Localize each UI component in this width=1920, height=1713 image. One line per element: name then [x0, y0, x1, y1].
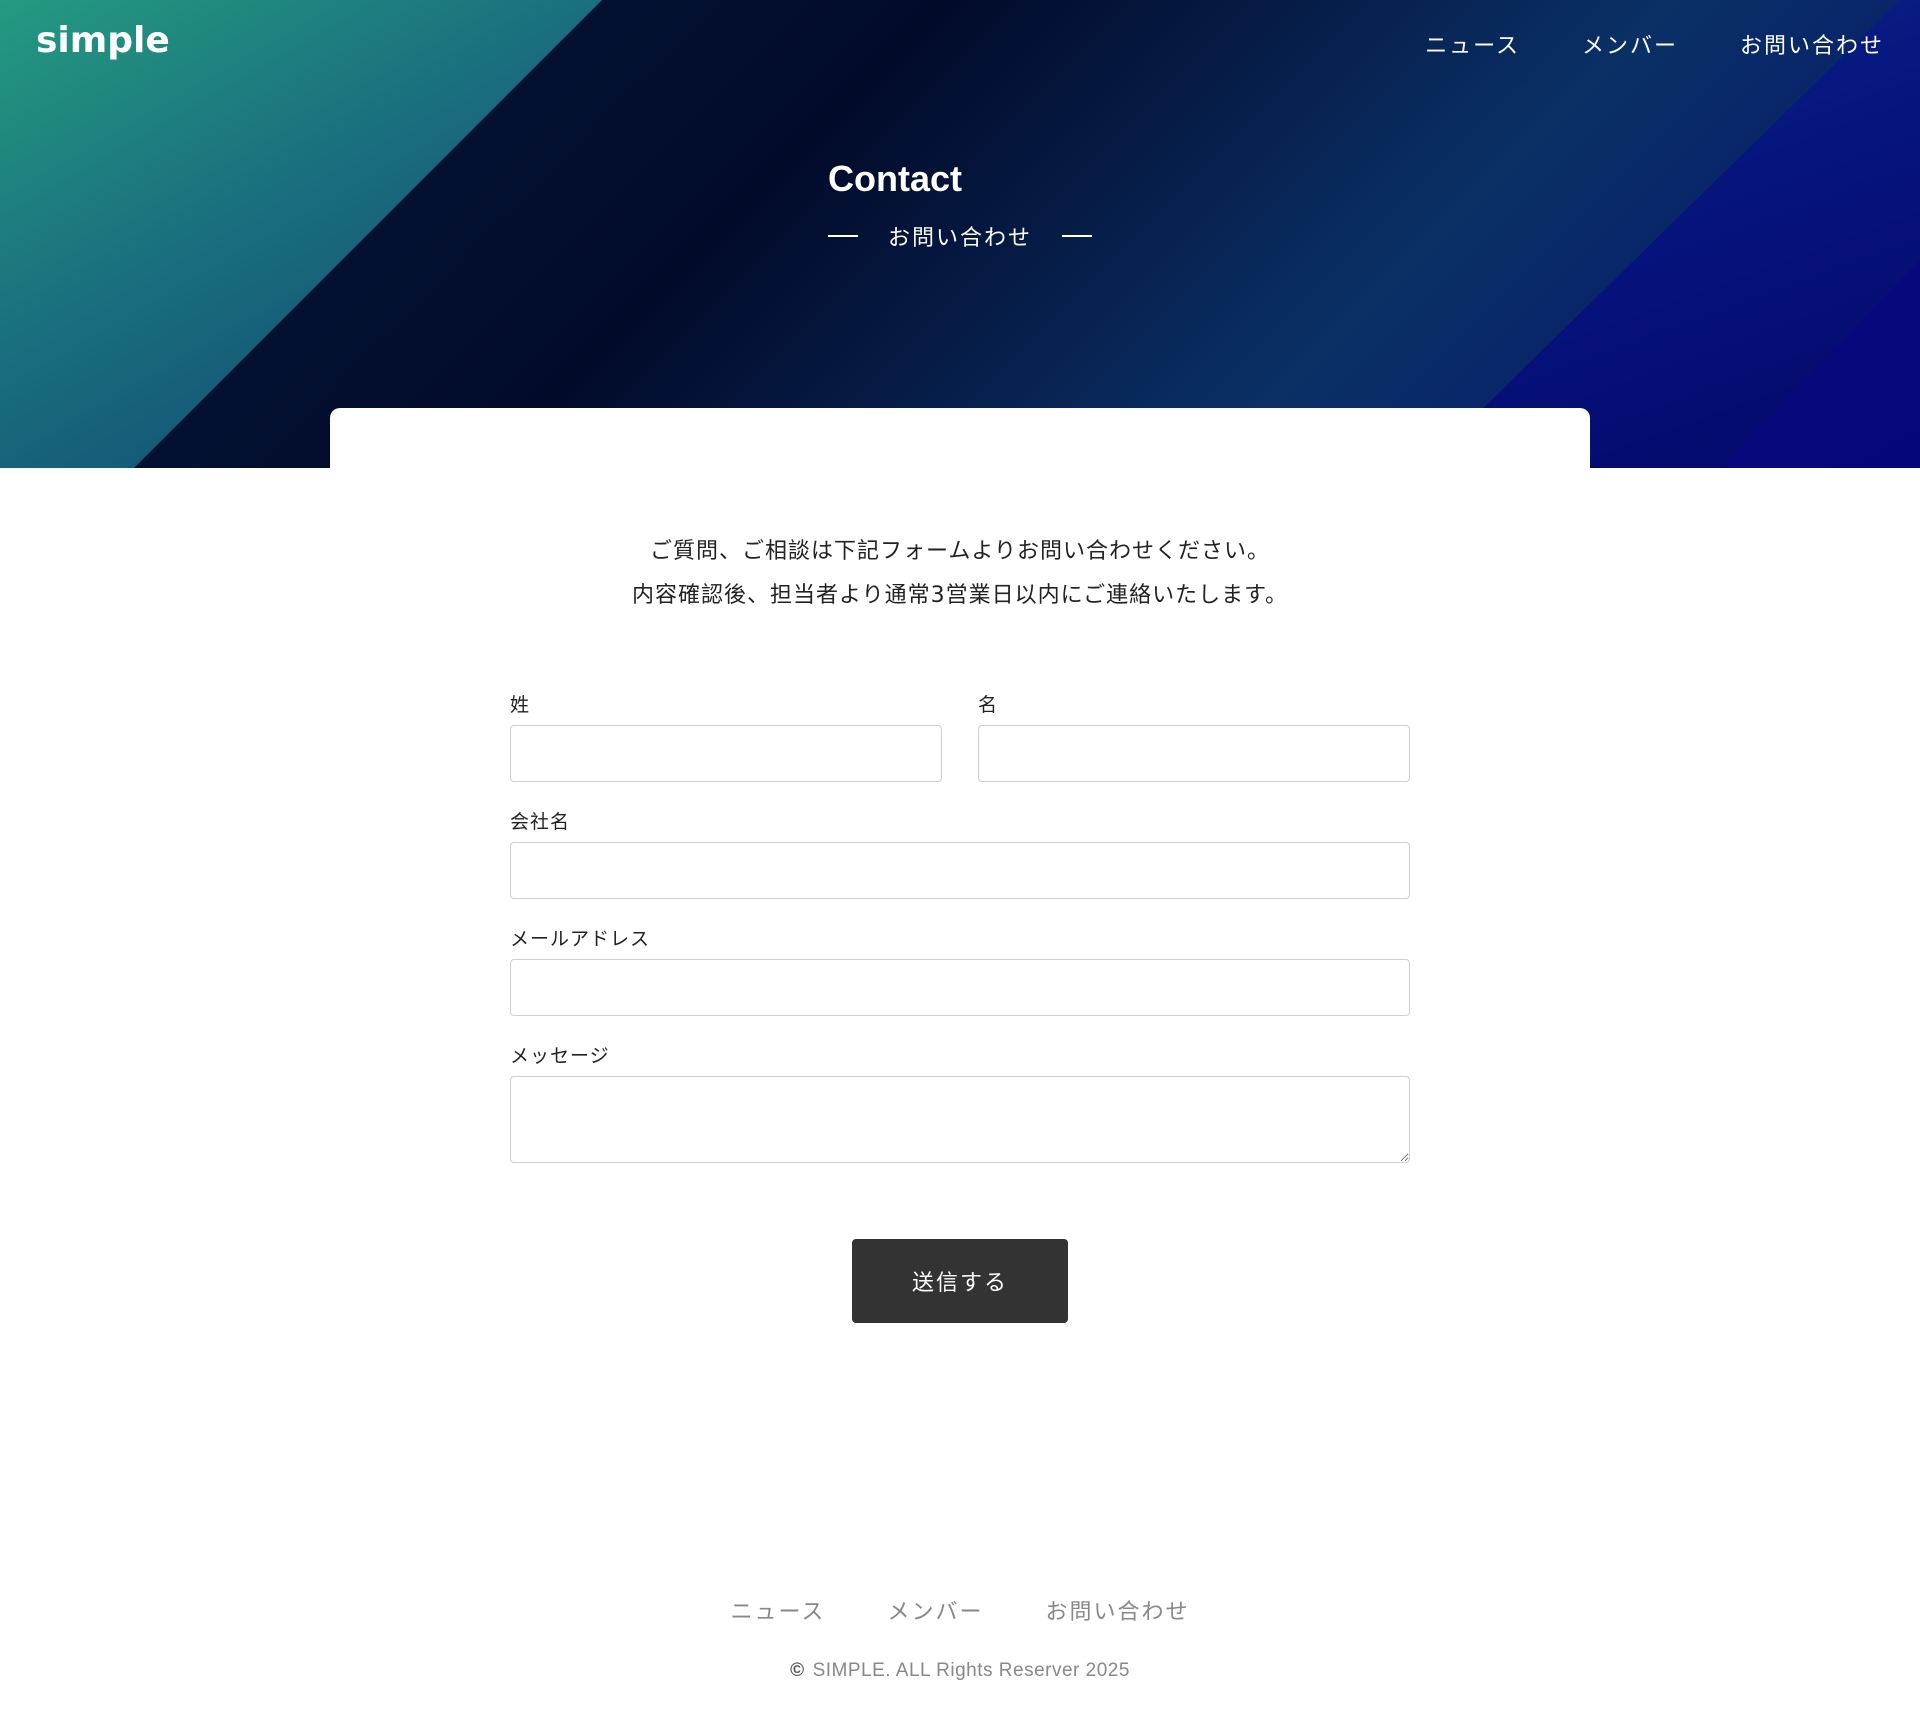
- nav-link-news[interactable]: ニュース: [1425, 28, 1520, 60]
- name-row: 姓 名: [510, 690, 1410, 807]
- intro-line-2: 内容確認後、担当者より通常3営業日以内にご連絡いたします。: [632, 583, 1288, 608]
- company-group: 会社名: [510, 807, 1410, 899]
- nav-link-contact[interactable]: お問い合わせ: [1740, 28, 1884, 60]
- page-title: Contact: [828, 158, 962, 199]
- first-name-group: 名: [978, 690, 1410, 782]
- contact-form: 姓 名 会社名 メールアドレス メッセージ: [510, 690, 1410, 1188]
- company-label: 会社名: [510, 811, 571, 833]
- copyright: © SIMPLE. ALL Rights Reserver 2025: [0, 1660, 1920, 1682]
- last-name-label: 姓: [510, 694, 531, 716]
- footer-link-news[interactable]: ニュース: [731, 1594, 826, 1626]
- nav-link-members[interactable]: メンバー: [1582, 28, 1678, 60]
- copyright-text: SIMPLE. ALL Rights Reserver 2025: [812, 1660, 1130, 1681]
- subtitle-dash-left: [828, 235, 858, 237]
- last-name-group: 姓: [510, 690, 942, 782]
- message-textarea[interactable]: [510, 1076, 1410, 1163]
- submit-button[interactable]: 送信する: [852, 1239, 1068, 1323]
- company-input[interactable]: [510, 842, 1410, 899]
- message-group: メッセージ: [510, 1041, 1410, 1163]
- footer-link-contact[interactable]: お問い合わせ: [1045, 1594, 1189, 1626]
- intro-line-1: ご質問、ご相談は下記フォームよりお問い合わせください。: [650, 539, 1270, 564]
- last-name-input[interactable]: [510, 725, 942, 782]
- email-group: メールアドレス: [510, 924, 1410, 1016]
- first-name-input[interactable]: [978, 725, 1410, 782]
- content-card: [330, 408, 1590, 478]
- hero-banner: simple ニュース メンバー お問い合わせ Contact お問い合わせ: [0, 0, 1920, 468]
- footer-link-members[interactable]: メンバー: [887, 1594, 983, 1626]
- site-logo[interactable]: simple: [36, 20, 170, 61]
- intro-text: ご質問、ご相談は下記フォームよりお問い合わせください。 内容確認後、担当者より通…: [0, 530, 1920, 618]
- page-subtitle-text: お問い合わせ: [888, 226, 1033, 251]
- copyright-icon: ©: [790, 1660, 805, 1681]
- email-input[interactable]: [510, 959, 1410, 1016]
- footer-nav: ニュース メンバー お問い合わせ: [0, 1594, 1920, 1626]
- subtitle-dash-right: [1062, 235, 1093, 237]
- page-subtitle: お問い合わせ: [828, 220, 1093, 252]
- first-name-label: 名: [978, 694, 999, 716]
- header-nav: ニュース メンバー お問い合わせ: [1425, 28, 1884, 60]
- message-label: メッセージ: [510, 1045, 610, 1067]
- email-label: メールアドレス: [510, 928, 651, 950]
